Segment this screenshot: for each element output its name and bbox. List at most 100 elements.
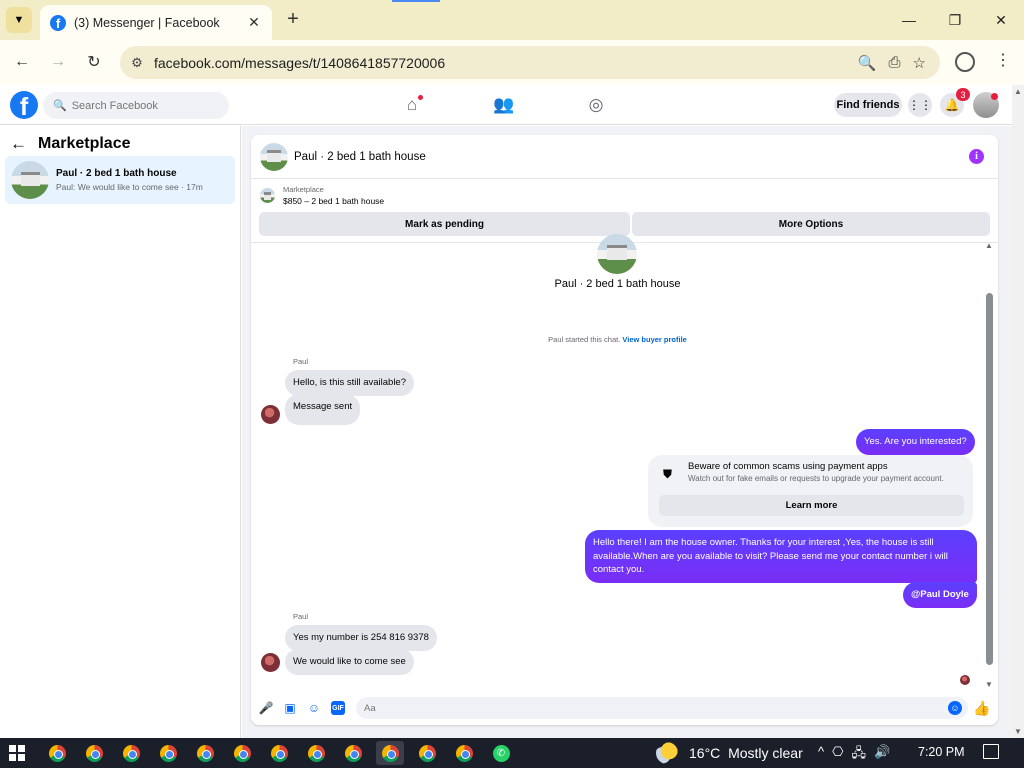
message-sender: Paul [293,357,309,366]
chat-intro-thumbnail [597,234,637,274]
chrome-taskbar-icon[interactable] [43,741,71,765]
chrome-taskbar-icon[interactable] [191,741,219,765]
search-icon: 🔍 [53,100,67,112]
weather-moon-icon[interactable] [656,742,678,764]
windows-start-icon[interactable] [9,745,25,761]
friends-icon[interactable]: 👥 [492,94,516,116]
thumbs-up-icon[interactable]: 👍 [973,700,990,716]
sidebar-title: Marketplace [38,135,131,152]
restore-button[interactable]: ❐ [932,0,978,40]
profile-notification-dot [991,93,998,100]
whatsapp-taskbar-icon[interactable]: ✆ [487,741,515,765]
chrome-taskbar-icon[interactable] [228,741,256,765]
emoji-icon[interactable]: ☺ [948,701,962,715]
learn-more-button[interactable]: Learn more [659,495,964,516]
taskbar-clock[interactable]: 7:20 PM [918,745,965,759]
chrome-taskbar-icon[interactable] [302,741,330,765]
close-window-button[interactable]: ✕ [978,0,1024,40]
chrome-taskbar-icon[interactable] [154,741,182,765]
camera-icon[interactable]: ⎔ [832,744,843,766]
conversation-item[interactable]: Paul · 2 bed 1 bath house Paul: We would… [5,156,235,204]
browser-tab-bar: ▼ f (3) Messenger | Facebook ✕ + — ❐ ✕ [0,0,1024,40]
facebook-logo-icon[interactable]: f [10,91,38,119]
facebook-search[interactable]: 🔍 [43,92,229,119]
chrome-taskbar-icon[interactable] [339,741,367,765]
chat-scroll-up-icon[interactable]: ▲ [985,241,993,250]
address-bar[interactable]: ⚙ facebook.com/messages/t/14086418577200… [120,46,940,79]
message-input-field[interactable]: ☺ [356,697,968,719]
find-friends-button[interactable]: Find friends [834,93,902,117]
tab-loading-indicator [392,0,440,2]
chat-header[interactable]: Paul · 2 bed 1 bath house i [251,135,998,179]
install-app-icon[interactable]: ⎙ [889,54,901,72]
message-bubble-outgoing[interactable]: Yes. Are you interested? [856,429,975,455]
message-bubble-incoming[interactable]: Yes my number is 254 816 9378 [285,625,437,651]
message-bubble-incoming[interactable]: Message sent [285,394,361,425]
message-sender: Paul [293,612,309,621]
photo-icon[interactable]: ▣ [283,701,297,715]
chrome-taskbar-icon[interactable] [265,741,293,765]
sender-avatar[interactable] [261,653,280,672]
conversation-preview: Paul: We would like to come see · 17m [56,182,203,192]
more-options-button[interactable]: More Options [632,212,990,236]
tab-close-icon[interactable]: ✕ [246,14,262,31]
chrome-taskbar-icon[interactable] [450,741,478,765]
groups-icon[interactable]: ◎ [584,94,608,116]
back-arrow-icon[interactable]: ← [10,134,30,154]
chat-panel: Paul · 2 bed 1 bath house i Marketplace … [251,135,998,725]
system-tray: ^ ⎔ 🖧 🔊 [818,744,890,766]
back-arrow-icon[interactable]: ← [10,50,34,74]
notification-center-icon[interactable] [983,744,999,759]
weather-condition: Mostly clear [728,745,803,761]
shield-icon: ⛊ [662,467,672,481]
site-settings-icon[interactable]: ⚙ [120,55,154,71]
reload-icon[interactable]: ↻ [82,50,106,74]
tab-search-button[interactable]: ▼ [6,7,32,33]
message-bubble-outgoing[interactable]: @Paul Doyle [903,582,977,608]
gif-icon[interactable]: GIF [331,701,345,715]
volume-icon[interactable]: 🔊 [874,744,890,766]
page-scrollbar[interactable]: ▲ ▼ [1012,85,1024,738]
menu-grid-icon[interactable]: ⋮⋮ [908,93,932,117]
chevron-down-icon: ▼ [13,14,25,26]
facebook-favicon-icon: f [50,14,66,31]
bookmark-star-icon[interactable]: ☆ [913,54,926,72]
facebook-header: f 🔍 ⌂ 👥 ◎ Find friends ⋮⋮ 🔔 3 [0,85,1012,125]
message-bubble-incoming[interactable]: Hello, is this still available? [285,370,414,396]
chrome-taskbar-icon[interactable] [80,741,108,765]
minimize-button[interactable]: — [886,0,932,40]
new-tab-button[interactable]: + [282,8,304,31]
browser-tab-active[interactable]: f (3) Messenger | Facebook ✕ [40,5,272,40]
sender-avatar[interactable] [261,405,280,424]
chat-scroll-thumb[interactable] [986,293,993,665]
listing-price-title[interactable]: $850 – 2 bed 1 bath house [283,196,384,206]
forward-arrow-icon[interactable]: → [46,50,70,74]
chat-scroll-down-icon[interactable]: ▼ [985,680,993,689]
zoom-icon[interactable]: 🔍 [858,54,877,72]
listing-small-thumbnail [260,188,275,203]
search-input[interactable] [71,99,222,112]
chrome-taskbar-icon[interactable] [413,741,441,765]
home-notification-dot [418,95,423,100]
message-bubble-incoming[interactable]: We would like to come see [285,649,414,675]
browser-profile-icon[interactable] [955,52,975,72]
microphone-icon[interactable]: 🎤 [259,701,274,715]
scroll-up-icon[interactable]: ▲ [1014,87,1022,96]
url-text[interactable]: facebook.com/messages/t/1408641857720006 [154,55,858,71]
message-bubble-outgoing[interactable]: Hello there! I am the house owner. Thank… [585,530,977,583]
chat-scrollbar[interactable]: ▲ ▼ [985,241,994,689]
sticker-icon[interactable]: ☺ [307,701,321,715]
chrome-taskbar-icon-active[interactable] [376,741,404,765]
scam-warning-subtitle: Watch out for fake emails or requests to… [688,474,944,483]
message-input[interactable] [364,702,948,714]
network-icon[interactable]: 🖧 [851,744,866,766]
chrome-taskbar-icon[interactable] [117,741,145,765]
weather-widget[interactable]: 16°C Mostly clear [689,745,803,761]
scroll-down-icon[interactable]: ▼ [1014,727,1022,736]
browser-menu-icon[interactable]: ⋮ [995,50,1011,70]
info-icon[interactable]: i [969,149,984,164]
mark-as-pending-button[interactable]: Mark as pending [259,212,630,236]
chevron-up-icon[interactable]: ^ [818,744,824,766]
chat-intro-title: Paul · 2 bed 1 bath house [554,278,681,290]
view-buyer-profile-link[interactable]: View buyer profile [622,335,686,344]
